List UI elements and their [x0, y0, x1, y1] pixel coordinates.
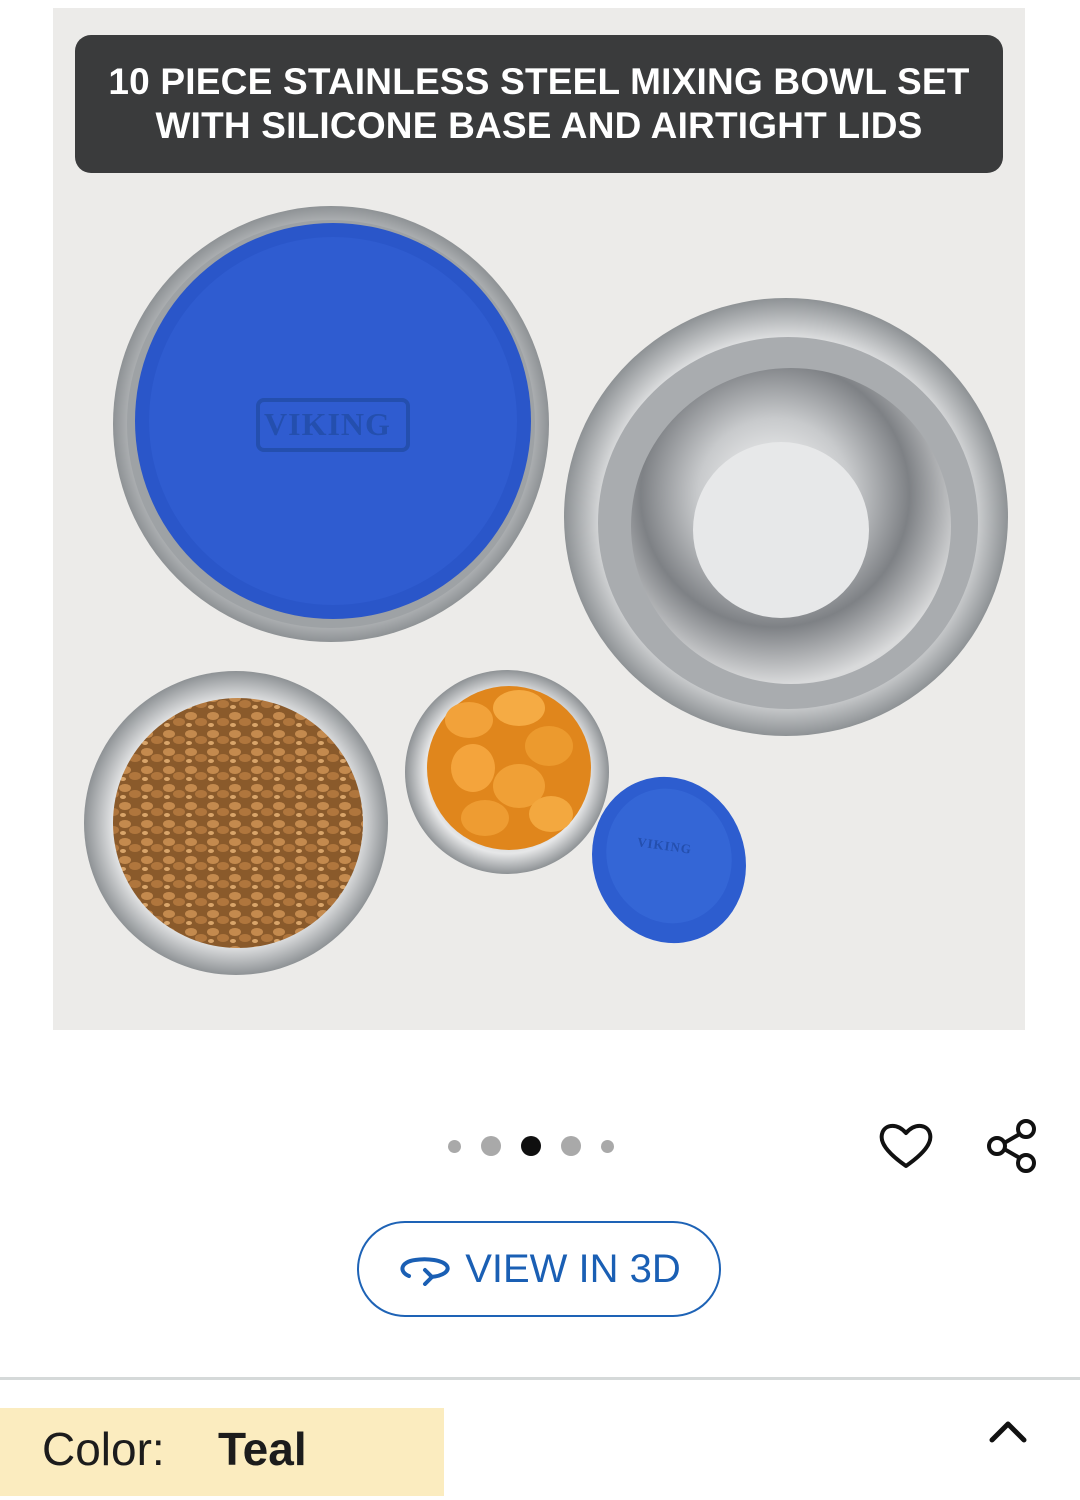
product-image[interactable]: 10 PIECE STAINLESS STEEL MIXING BOWL SET… — [53, 8, 1025, 1030]
carousel-dot-1[interactable] — [448, 1139, 461, 1153]
carousel-dot-2[interactable] — [481, 1136, 501, 1156]
chevron-up-icon[interactable] — [984, 1410, 1032, 1450]
color-value: Teal — [218, 1423, 307, 1475]
view-in-3d-label: VIEW IN 3D — [465, 1246, 681, 1291]
lid-brand-large: VIKING — [264, 406, 391, 442]
carousel-dot-5[interactable] — [601, 1139, 614, 1153]
rotate-3d-icon — [400, 1257, 450, 1286]
wishlist-button[interactable] — [876, 1116, 936, 1176]
color-selector-row[interactable]: Color: Teal — [0, 1380, 1080, 1500]
carousel-indicator — [448, 1136, 614, 1156]
product-title-banner: 10 PIECE STAINLESS STEEL MIXING BOWL SET… — [75, 35, 1003, 173]
carousel-dot-3-active[interactable] — [521, 1136, 541, 1156]
share-icon — [987, 1119, 1036, 1173]
view-in-3d-button[interactable]: VIEW IN 3D — [357, 1221, 721, 1317]
heart-icon — [879, 1124, 933, 1168]
color-label: Color: — [42, 1423, 165, 1475]
carousel-dot-4[interactable] — [561, 1136, 581, 1156]
banner-line-2: WITH SILICONE BASE AND AIRTIGHT LIDS — [155, 105, 923, 146]
banner-line-1: 10 PIECE STAINLESS STEEL MIXING BOWL SET — [108, 61, 970, 102]
share-button[interactable] — [982, 1116, 1042, 1176]
